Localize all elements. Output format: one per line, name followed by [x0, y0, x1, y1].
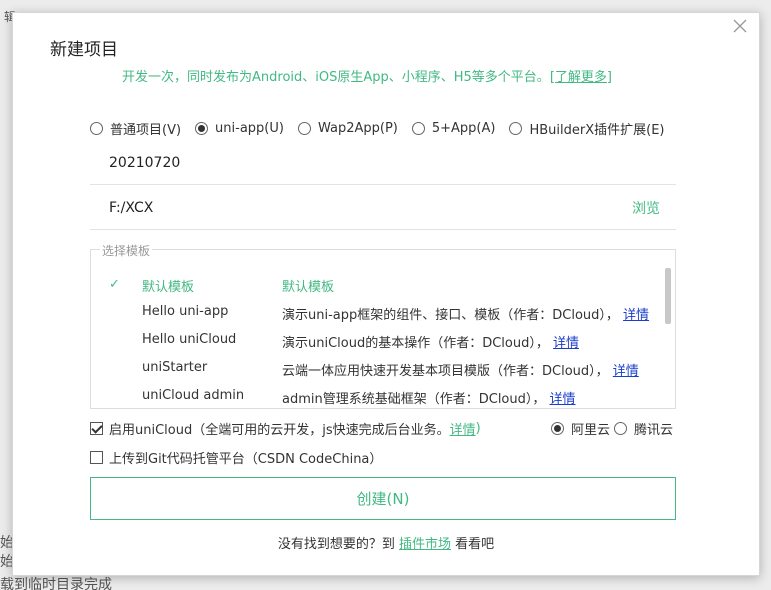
template-legend: 选择模板 [100, 242, 153, 259]
browse-button[interactable]: 浏览 [632, 198, 660, 218]
template-name: Hello uni-app [142, 304, 229, 319]
close-icon[interactable] [731, 17, 749, 35]
radio-dot [614, 422, 628, 435]
template-details-link[interactable]: 详情 [550, 392, 576, 407]
cloud-provider-group: 阿里云 腾讯云 [551, 419, 677, 438]
project-name-input[interactable]: 20210720 [90, 141, 676, 185]
radio-uni-app[interactable]: uni-app(U) [195, 119, 284, 138]
radio-label: 5+App(A) [431, 121, 496, 136]
radio-aliyun[interactable]: 阿里云 [551, 419, 610, 438]
unicloud-checkbox[interactable]: 启用uniCloud（全端可用的云开发，js快速完成后台业务。 详情) [90, 419, 481, 438]
template-scrollbar[interactable] [665, 268, 671, 324]
radio-label: HBuilderX插件扩展(E) [529, 123, 665, 138]
radio-dot [297, 122, 311, 135]
git-upload-checkbox[interactable]: 上传到Git代码托管平台（CSDN CodeChina） [90, 448, 382, 467]
radio-dot [551, 422, 564, 435]
template-desc-text: 演示uniCloud的基本操作（作者：DCloud）， [282, 336, 549, 351]
checkbox-box [90, 451, 103, 464]
checkmark-icon: ✓ [109, 277, 120, 292]
new-project-dialog: 新建项目 开发一次，同时发布为Android、iOS原生App、小程序、H5等多… [12, 12, 760, 576]
template-desc: 演示uniCloud的基本操作（作者：DCloud）， 详情 [282, 332, 579, 351]
radio-hbuilderx-plugin[interactable]: HBuilderX插件扩展(E) [509, 119, 665, 138]
template-desc: 演示uni-app框架的组件、接口、模板（作者：DCloud）， 详情 [282, 304, 649, 323]
radio-5plus-app[interactable]: 5+App(A) [411, 119, 496, 138]
project-path-value: F:/XCX [109, 199, 154, 216]
project-type-group: 普通项目(V) uni-app(U) Wap2App(P) 5+App(A) H… [90, 119, 690, 138]
template-row[interactable]: Hello uni-app 演示uni-app框架的组件、接口、模板（作者：DC… [91, 304, 661, 326]
radio-dot [509, 122, 523, 135]
template-desc: 云端一体应用快速开发基本项目模版（作者：DCloud）， 详情 [282, 360, 639, 379]
template-desc-text: 演示uni-app框架的组件、接口、模板（作者：DCloud）， [282, 308, 619, 323]
radio-tencent-cloud[interactable]: 腾讯云 [614, 419, 673, 438]
dialog-title: 新建项目 [50, 40, 118, 60]
radio-dot [195, 122, 209, 135]
radio-wap2app[interactable]: Wap2App(P) [297, 119, 398, 138]
radio-label: 阿里云 [571, 423, 611, 438]
template-desc: admin管理系统基础框架（作者：DCloud）， 详情 [282, 388, 576, 407]
project-path-input[interactable]: F:/XCX 浏览 [90, 186, 676, 230]
template-details-link[interactable]: 详情 [613, 364, 639, 379]
template-name: uniCloud admin [142, 388, 245, 403]
footer-prefix: 没有找到想要的？到 [277, 537, 395, 552]
template-name: 默认模板 [142, 280, 195, 295]
template-desc-text: 云端一体应用快速开发基本项目模版（作者：DCloud）， [282, 364, 609, 379]
template-list: ✓ 默认模板 默认模板 Hello uni-app 演示uni-app框架的组件… [90, 249, 676, 409]
template-name: uniStarter [142, 360, 208, 375]
radio-label: 普通项目(V) [110, 123, 182, 138]
create-button[interactable]: 创建(N) [90, 477, 676, 520]
template-row[interactable]: Hello uniCloud 演示uniCloud的基本操作（作者：DCloud… [91, 332, 661, 354]
background-fragment: 载到临时目录完成 [0, 577, 112, 590]
template-desc-text: admin管理系统基础框架（作者：DCloud）， [282, 392, 546, 407]
dialog-subtitle: 开发一次，同时发布为Android、iOS原生App、小程序、H5等多个平台。[… [122, 66, 612, 85]
radio-dot [90, 122, 103, 135]
template-desc: 默认模板 [282, 280, 335, 295]
radio-normal-project[interactable]: 普通项目(V) [90, 119, 181, 138]
template-details-link[interactable]: 详情 [623, 308, 649, 323]
footer-suffix: 看看吧 [455, 537, 495, 552]
radio-label: 腾讯云 [634, 423, 674, 438]
subtitle-text: 开发一次，同时发布为Android、iOS原生App、小程序、H5等多个平台。 [122, 70, 550, 85]
unicloud-details-link[interactable]: 详情 [450, 419, 476, 438]
radio-label: uni-app(U) [215, 121, 284, 136]
project-name-value: 20210720 [109, 154, 181, 171]
git-upload-label: 上传到Git代码托管平台（CSDN CodeChina） [109, 452, 383, 467]
template-details-link[interactable]: 详情 [553, 336, 579, 351]
unicloud-label: 启用uniCloud（全端可用的云开发，js快速完成后台业务。 [109, 423, 450, 438]
learn-more-link[interactable]: [了解更多] [550, 70, 612, 85]
radio-label: Wap2App(P) [317, 121, 398, 136]
footer-text: 没有找到想要的？到 插件市场 看看吧 [13, 533, 759, 552]
template-name: Hello uniCloud [142, 332, 237, 347]
checkbox-box [90, 422, 103, 435]
template-row[interactable]: uniCloud admin admin管理系统基础框架（作者：DCloud），… [91, 388, 661, 408]
unicloud-suffix: ) [475, 421, 481, 436]
template-row[interactable]: ✓ 默认模板 默认模板 [91, 276, 661, 298]
template-row[interactable]: uniStarter 云端一体应用快速开发基本项目模版（作者：DCloud）， … [91, 360, 661, 382]
plugin-market-link[interactable]: 插件市场 [399, 537, 451, 552]
radio-dot [411, 122, 425, 135]
